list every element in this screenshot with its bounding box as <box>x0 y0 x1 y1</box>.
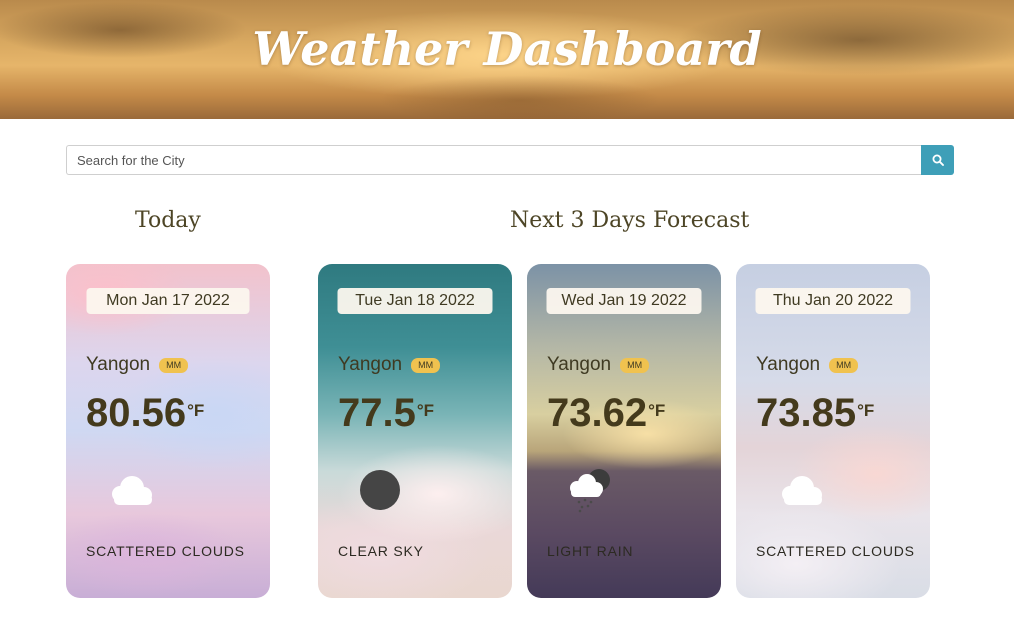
city-name: Yangon <box>86 354 151 375</box>
temperature-unit: °F <box>416 401 435 420</box>
weather-card-today: Mon Jan 17 2022 Yangon MM 80.56 °F SCATT… <box>66 264 270 598</box>
forecast-heading: Next 3 Days Forecast <box>510 208 750 233</box>
country-badge: MM <box>620 357 650 373</box>
location-row: Yangon MM <box>86 354 189 376</box>
temperature-value: 77.5 <box>338 391 416 435</box>
date-label: Wed Jan 19 2022 <box>546 288 702 314</box>
weather-description: LIGHT RAIN <box>547 543 634 559</box>
search-bar <box>66 145 954 175</box>
weather-card-forecast-3: Thu Jan 20 2022 Yangon MM 73.85 °F SCATT… <box>736 264 930 598</box>
date-label: Thu Jan 20 2022 <box>755 288 911 314</box>
temperature: 73.85 °F <box>756 390 874 436</box>
temperature-value: 80.56 <box>86 391 187 435</box>
temperature: 77.5 °F <box>338 390 434 436</box>
temperature-unit: °F <box>187 401 205 420</box>
country-badge: MM <box>829 357 859 373</box>
rain-cloud-moon-icon <box>570 469 610 513</box>
search-button[interactable] <box>921 145 954 175</box>
temperature-unit: °F <box>857 401 875 420</box>
search-icon <box>932 154 944 166</box>
city-name: Yangon <box>547 354 612 375</box>
weather-description: SCATTERED CLOUDS <box>86 543 245 559</box>
temperature-value: 73.62 <box>547 391 648 435</box>
date-label: Tue Jan 18 2022 <box>337 288 493 314</box>
city-name: Yangon <box>338 354 403 375</box>
date-label: Mon Jan 17 2022 <box>86 288 250 314</box>
weather-description: SCATTERED CLOUDS <box>756 543 915 559</box>
weather-card-forecast-1: Tue Jan 18 2022 Yangon MM 77.5 °F CLEAR … <box>318 264 512 598</box>
temperature: 80.56 °F <box>86 390 204 436</box>
weather-description: CLEAR SKY <box>338 543 424 559</box>
cloud-icon <box>782 476 822 505</box>
header-banner: Weather Dashboard <box>0 0 1014 119</box>
city-name: Yangon <box>756 354 821 375</box>
temperature-value: 73.85 <box>756 391 857 435</box>
temperature: 73.62 °F <box>547 390 665 436</box>
location-row: Yangon MM <box>756 354 859 376</box>
temperature-unit: °F <box>648 401 666 420</box>
location-row: Yangon MM <box>547 354 650 376</box>
today-heading: Today <box>135 208 201 233</box>
moon-icon <box>360 470 400 510</box>
country-badge: MM <box>159 357 189 373</box>
country-badge: MM <box>411 357 441 373</box>
search-input[interactable] <box>66 145 921 175</box>
cloud-icon <box>112 476 152 505</box>
weather-card-forecast-2: Wed Jan 19 2022 Yangon MM 73.62 °F LIGHT… <box>527 264 721 598</box>
location-row: Yangon MM <box>338 354 441 376</box>
page-title: Weather Dashboard <box>252 22 762 76</box>
